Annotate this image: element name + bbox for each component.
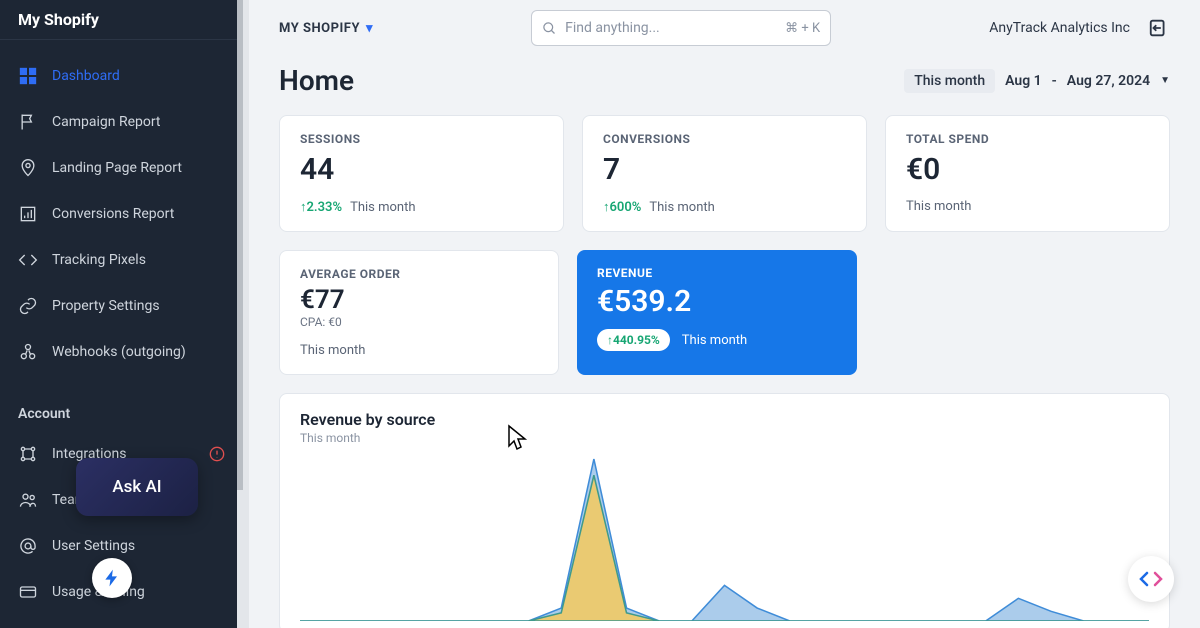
sidebar-item-dashboard[interactable]: Dashboard: [0, 54, 243, 98]
card-label: REVENUE: [597, 266, 837, 280]
chart-area[interactable]: [300, 451, 1149, 621]
chart-subtitle: This month: [300, 431, 1149, 445]
bolt-fab[interactable]: [92, 558, 132, 598]
link-icon: [18, 296, 38, 316]
card-total-spend[interactable]: TOTAL SPEND €0 This month: [885, 115, 1170, 232]
range-from: Aug 1: [1005, 73, 1042, 89]
range-to: Aug 27, 2024: [1067, 73, 1150, 89]
support-icon: [1139, 567, 1163, 591]
kpi-row-1: SESSIONS 44 ↑2.33% This month CONVERSIONS…: [279, 115, 1170, 232]
sidebar-section-account: Account: [0, 388, 243, 430]
exit-icon[interactable]: [1148, 17, 1170, 39]
card-period: This month: [649, 200, 714, 215]
at-icon: [18, 536, 38, 556]
scrollbar-handle[interactable]: [237, 0, 243, 490]
brand-title: My Shopify: [0, 0, 243, 40]
sidebar-item-label: Property Settings: [52, 298, 160, 314]
sidebar-item-label: Landing Page Report: [52, 160, 182, 176]
code-icon: [18, 250, 38, 270]
sidebar-item-label: Tracking Pixels: [52, 252, 146, 268]
date-range-picker[interactable]: This month Aug 1 - Aug 27, 2024 ▼: [904, 69, 1170, 93]
card-period: This month: [300, 343, 365, 358]
delta-value: 600%: [610, 200, 642, 215]
report-icon: [18, 204, 38, 224]
sidebar-item-landing-page-report[interactable]: Landing Page Report: [0, 146, 243, 190]
card-icon: [18, 582, 38, 602]
card-value: €77: [300, 285, 538, 315]
delta-up: ↑2.33%: [300, 199, 342, 215]
main: MY SHOPIFY ▾ Find anything... ⌘ + K AnyT…: [249, 0, 1200, 628]
chart-revenue-by-source: Revenue by source This month: [279, 393, 1170, 628]
card-period: This month: [682, 333, 747, 348]
search-icon: [542, 21, 557, 36]
breadcrumb-label: MY SHOPIFY: [279, 21, 360, 36]
warning-icon: [209, 446, 225, 462]
card-sub: CPA: €0: [300, 315, 538, 329]
card-conversions[interactable]: CONVERSIONS 7 ↑600% This month: [582, 115, 867, 232]
kpi-row-2: AVERAGE ORDER €77 CPA: €0 This month REV…: [279, 250, 1170, 375]
sidebar-item-label: User Settings: [52, 538, 135, 554]
bolt-icon: [102, 568, 122, 588]
sidebar: My Shopify Dashboard Campaign Report Lan…: [0, 0, 249, 628]
sidebar-item-campaign-report[interactable]: Campaign Report: [0, 100, 243, 144]
webhook-icon: [18, 342, 38, 362]
flag-icon: [18, 112, 38, 132]
card-label: AVERAGE ORDER: [300, 267, 538, 281]
delta-up: ↑600%: [603, 199, 641, 215]
sidebar-item-label: Conversions Report: [52, 206, 174, 222]
dashboard-icon: [18, 66, 38, 86]
primary-nav: Dashboard Campaign Report Landing Page R…: [0, 40, 243, 388]
account-name[interactable]: AnyTrack Analytics Inc: [989, 20, 1130, 36]
card-revenue[interactable]: REVENUE €539.2 ↑440.95% This month: [577, 250, 857, 375]
chart-title: Revenue by source: [300, 410, 1149, 429]
sidebar-scrollbar[interactable]: [237, 0, 243, 628]
card-value: 44: [300, 152, 543, 187]
card-value: €0: [906, 152, 1149, 187]
chevron-down-icon: ▾: [366, 21, 373, 36]
card-period: This month: [906, 199, 971, 214]
sidebar-item-property-settings[interactable]: Property Settings: [0, 284, 243, 328]
topbar: MY SHOPIFY ▾ Find anything... ⌘ + K AnyT…: [249, 0, 1200, 56]
card-value: 7: [603, 152, 846, 187]
search-placeholder: Find anything...: [565, 20, 660, 36]
card-value: €539.2: [597, 284, 837, 319]
page-title: Home: [279, 64, 354, 97]
search-shortcut: ⌘ + K: [785, 21, 820, 36]
card-sessions[interactable]: SESSIONS 44 ↑2.33% This month: [279, 115, 564, 232]
chevron-down-icon: ▼: [1160, 75, 1170, 86]
card-label: CONVERSIONS: [603, 132, 846, 146]
card-period: This month: [350, 200, 415, 215]
delta-pill: ↑440.95%: [597, 329, 670, 351]
ask-ai-button[interactable]: Ask AI: [76, 458, 198, 516]
range-sep: -: [1052, 73, 1057, 89]
card-average-order[interactable]: AVERAGE ORDER €77 CPA: €0 This month: [279, 250, 559, 375]
sidebar-item-label: Campaign Report: [52, 114, 161, 130]
delta-value: 440.95%: [613, 333, 660, 347]
delta-value: 2.33%: [307, 200, 343, 215]
breadcrumb[interactable]: MY SHOPIFY ▾: [279, 21, 373, 36]
team-icon: [18, 490, 38, 510]
support-fab[interactable]: [1128, 556, 1174, 602]
sidebar-item-tracking-pixels[interactable]: Tracking Pixels: [0, 238, 243, 282]
ask-ai-label: Ask AI: [112, 477, 161, 497]
content: Home This month Aug 1 - Aug 27, 2024 ▼ S…: [249, 56, 1200, 628]
card-label: SESSIONS: [300, 132, 543, 146]
integrations-icon: [18, 444, 38, 464]
card-label: TOTAL SPEND: [906, 132, 1149, 146]
sidebar-item-webhooks[interactable]: Webhooks (outgoing): [0, 330, 243, 374]
pin-icon: [18, 158, 38, 178]
header-row: Home This month Aug 1 - Aug 27, 2024 ▼: [279, 64, 1170, 97]
chart-svg: [300, 451, 1149, 621]
account-area: AnyTrack Analytics Inc: [989, 17, 1170, 39]
range-badge: This month: [904, 69, 995, 93]
sidebar-item-label: Dashboard: [52, 68, 120, 84]
sidebar-item-conversions-report[interactable]: Conversions Report: [0, 192, 243, 236]
search-input[interactable]: Find anything... ⌘ + K: [531, 10, 831, 46]
sidebar-item-label: Webhooks (outgoing): [52, 344, 186, 360]
